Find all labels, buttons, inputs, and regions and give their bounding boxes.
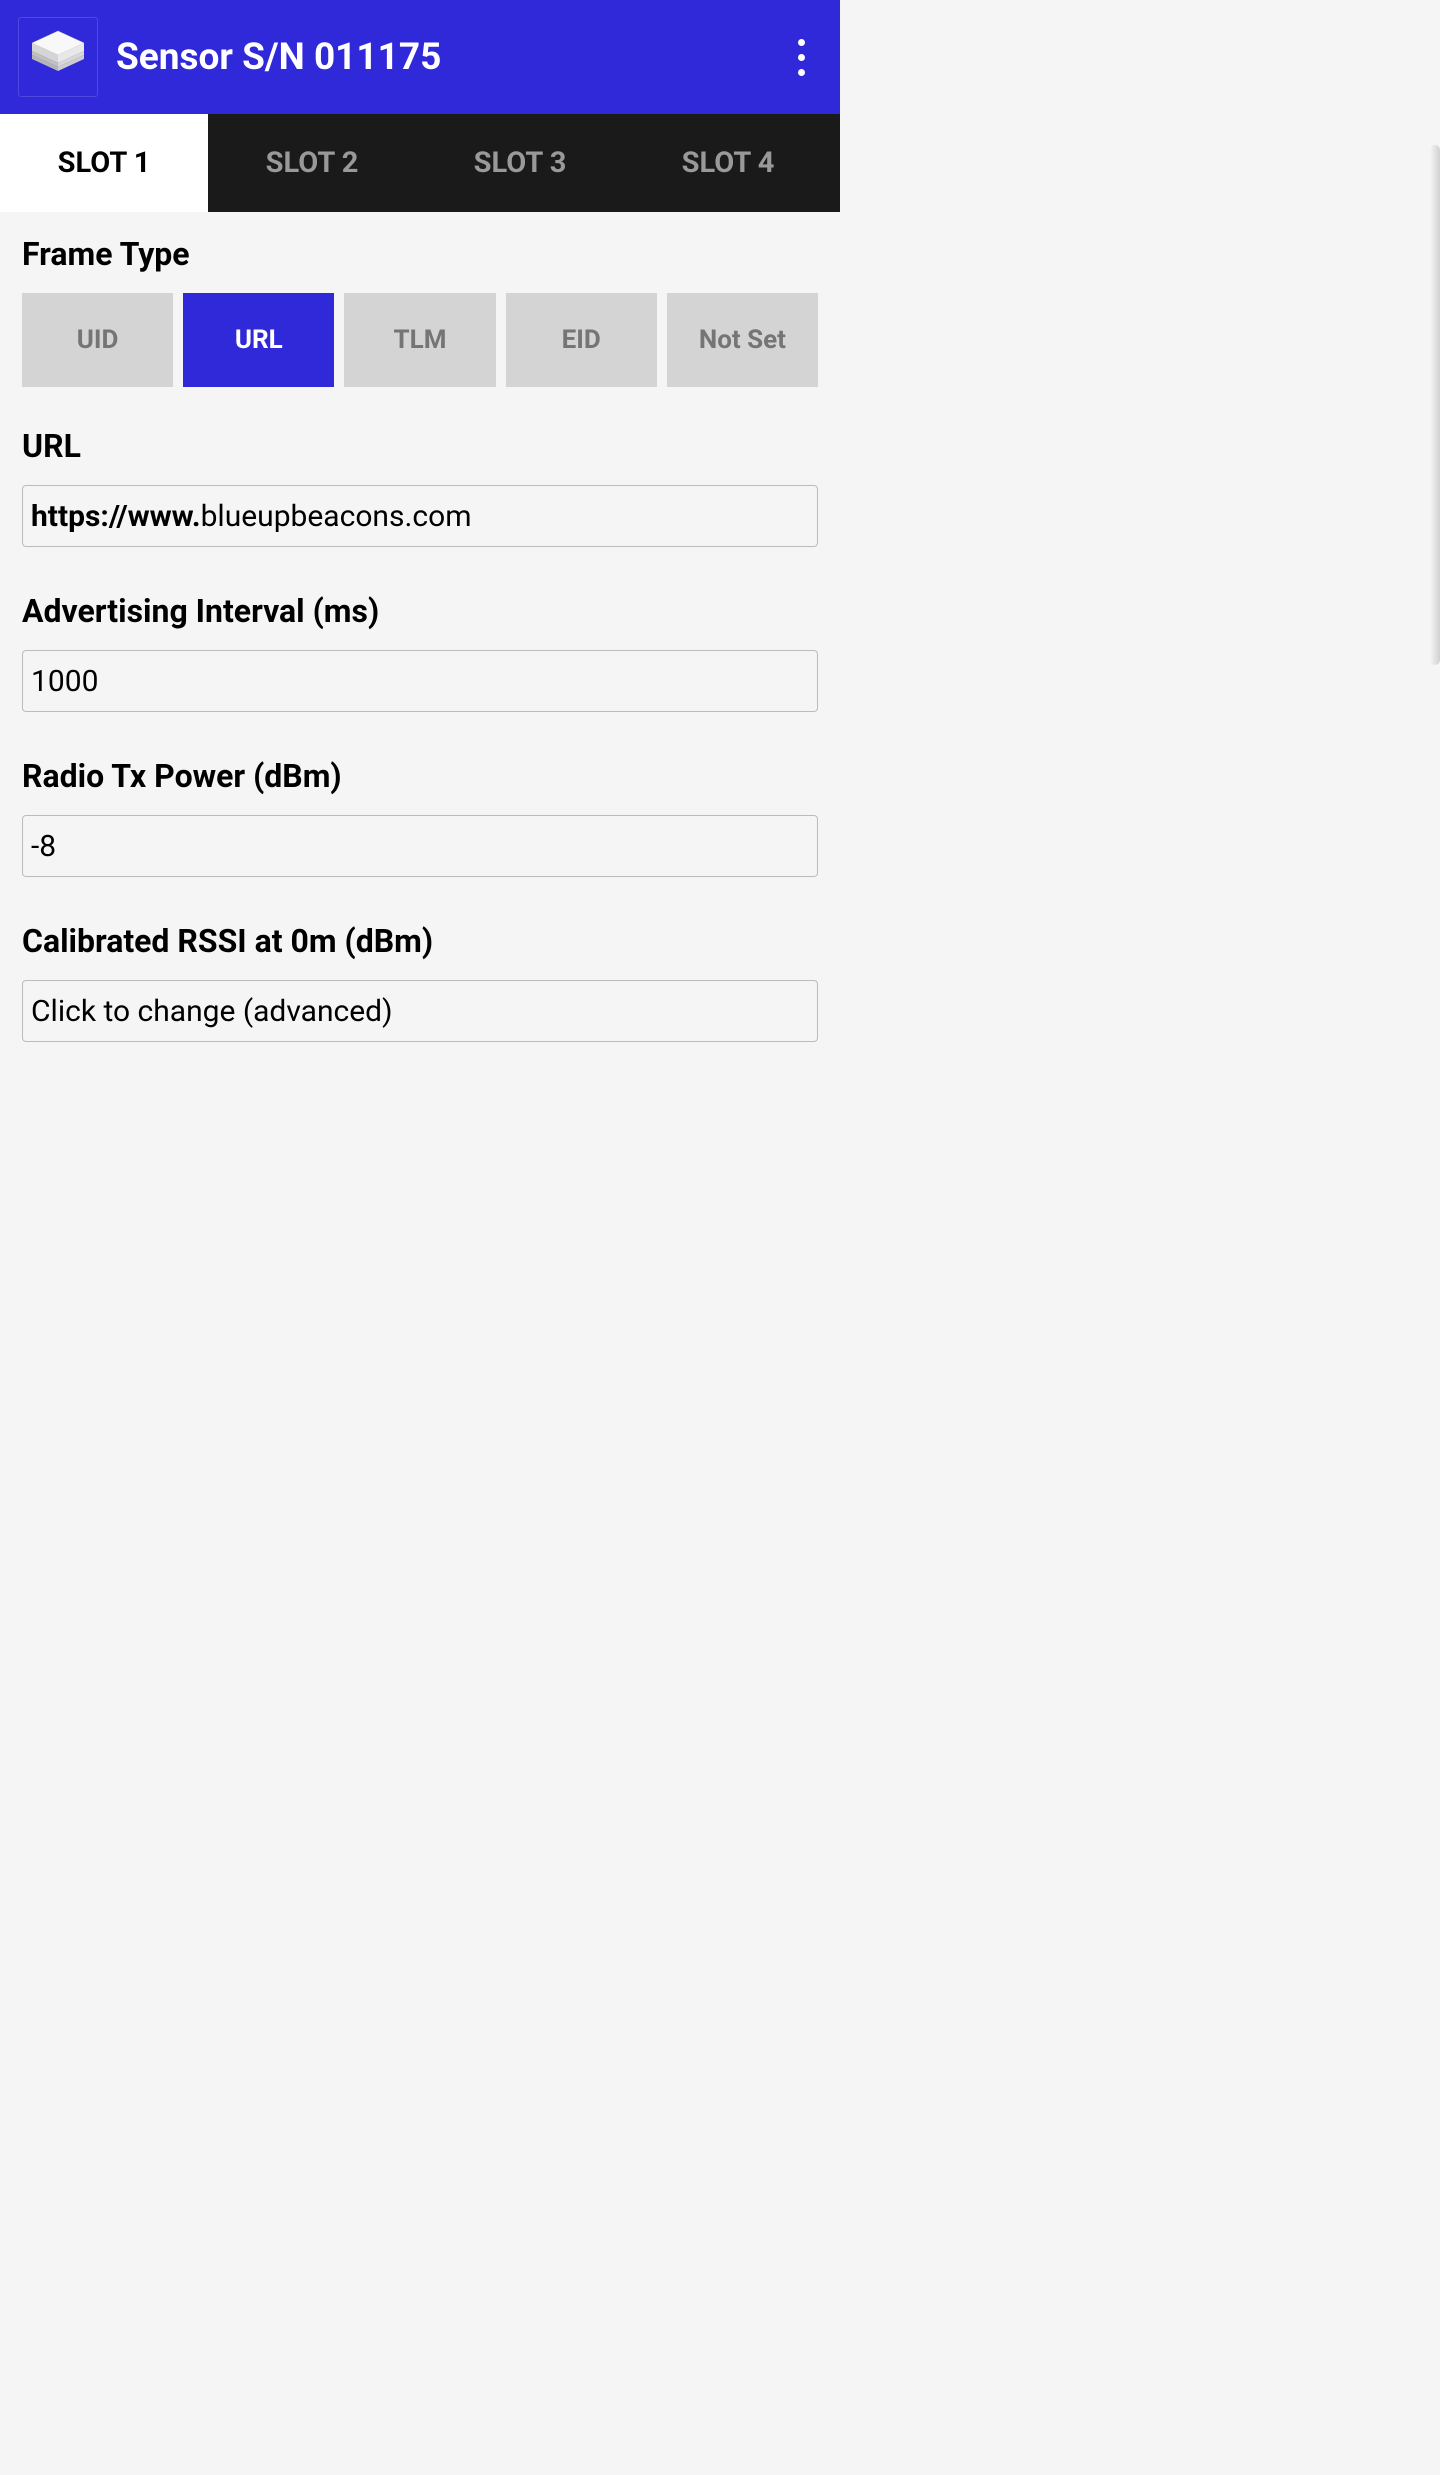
rssi-placeholder: Click to change (advanced) (31, 994, 393, 1029)
frame-type-label: Frame Type (22, 235, 818, 273)
adv-interval-value: 1000 (31, 664, 98, 699)
page-title: Sensor S/N 011175 (116, 36, 780, 79)
sensor-icon (18, 17, 98, 97)
url-value: blueupbeacons.com (201, 499, 472, 534)
url-input[interactable]: https://www.blueupbeacons.com (22, 485, 818, 547)
tx-power-input[interactable]: -8 (22, 815, 818, 877)
slot-tabs: SLOT 1 SLOT 2 SLOT 3 SLOT 4 (0, 114, 840, 212)
rssi-label: Calibrated RSSI at 0m (dBm) (22, 922, 818, 960)
tab-slot-3[interactable]: SLOT 3 (416, 114, 624, 212)
tab-slot-2[interactable]: SLOT 2 (208, 114, 416, 212)
tab-slot-1[interactable]: SLOT 1 (0, 114, 208, 212)
tabs-overflow (832, 114, 840, 212)
frame-type-not-set[interactable]: Not Set (667, 293, 818, 387)
url-label: URL (22, 427, 818, 465)
slot-content: Frame Type UID URL TLM EID Not Set URL h… (0, 212, 840, 1105)
frame-type-selector: UID URL TLM EID Not Set (22, 293, 818, 387)
tx-power-value: -8 (31, 829, 56, 864)
menu-overflow-icon[interactable] (780, 36, 822, 78)
tab-slot-4[interactable]: SLOT 4 (624, 114, 832, 212)
frame-type-eid[interactable]: EID (506, 293, 657, 387)
frame-type-uid[interactable]: UID (22, 293, 173, 387)
url-prefix: https://www. (31, 499, 201, 534)
frame-type-tlm[interactable]: TLM (344, 293, 495, 387)
frame-type-url[interactable]: URL (183, 293, 334, 387)
tx-power-label: Radio Tx Power (dBm) (22, 757, 818, 795)
app-header: Sensor S/N 011175 (0, 0, 840, 114)
adv-interval-label: Advertising Interval (ms) (22, 592, 818, 630)
rssi-input[interactable]: Click to change (advanced) (22, 980, 818, 1042)
adv-interval-input[interactable]: 1000 (22, 650, 818, 712)
scroll-indicator (1430, 145, 1440, 665)
